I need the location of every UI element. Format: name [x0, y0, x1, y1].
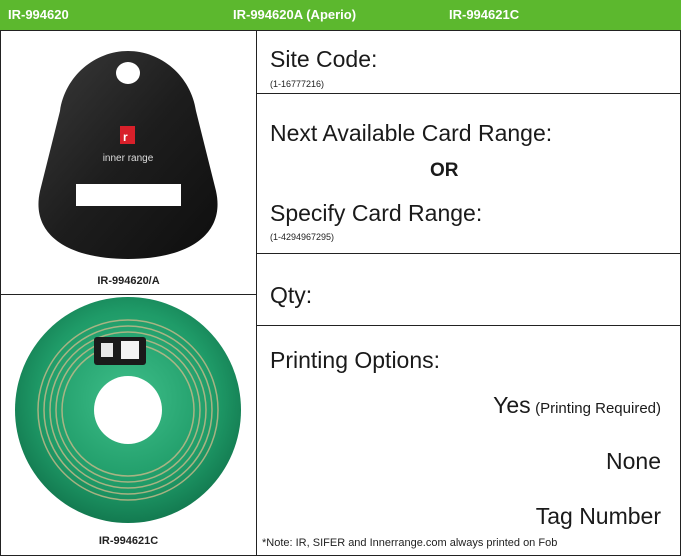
header-product-2: IR-994620A (Aperio) [233, 7, 357, 22]
tag-caption: IR-994621C [98, 535, 159, 547]
specify-range-hint: (1-4294967295) [270, 232, 335, 242]
key-fob-image: r inner range [38, 51, 218, 259]
fob-caption: IR-994620/A [97, 275, 160, 287]
rfid-tag-image [15, 297, 241, 523]
fob-keyring-hole [116, 62, 140, 84]
printing-option-tag-number[interactable]: Tag Number [536, 503, 661, 530]
svg-text:r: r [123, 130, 128, 144]
tag-cell: IR-994621C [1, 295, 256, 555]
or-separator: OR [430, 160, 459, 181]
fob-brand-text: inner range [103, 153, 154, 164]
fob-cell: r inner range IR-994620/A [1, 31, 256, 294]
printing-note: *Note: IR, SIFER and Innerrange.com alwa… [262, 537, 558, 549]
printing-option-yes[interactable]: Yes (Printing Required) [493, 392, 661, 419]
fob-label-strip [76, 184, 181, 206]
site-code-range: (1-16777216) [270, 79, 325, 89]
tag-center-hole [94, 376, 162, 444]
printing-options-label: Printing Options: [270, 347, 441, 373]
option-yes-label: Yes [493, 392, 531, 418]
qty-label: Qty: [270, 282, 313, 308]
row-divider-site-code [256, 93, 681, 94]
printing-option-none[interactable]: None [606, 448, 661, 475]
header-bar: IR-994620 IR-994620A (Aperio) IR-994621C [0, 0, 681, 30]
header-product-3: IR-994621C [449, 7, 520, 22]
row-divider-card-range [256, 253, 681, 254]
specify-range-label: Specify Card Range: [270, 200, 483, 226]
row-divider-qty [256, 325, 681, 326]
column-divider [256, 30, 257, 556]
option-yes-note: (Printing Required) [535, 400, 661, 417]
next-available-range-label: Next Available Card Range: [270, 120, 553, 146]
header-product-1: IR-994620 [8, 7, 69, 22]
site-code-label: Site Code: [270, 46, 378, 72]
